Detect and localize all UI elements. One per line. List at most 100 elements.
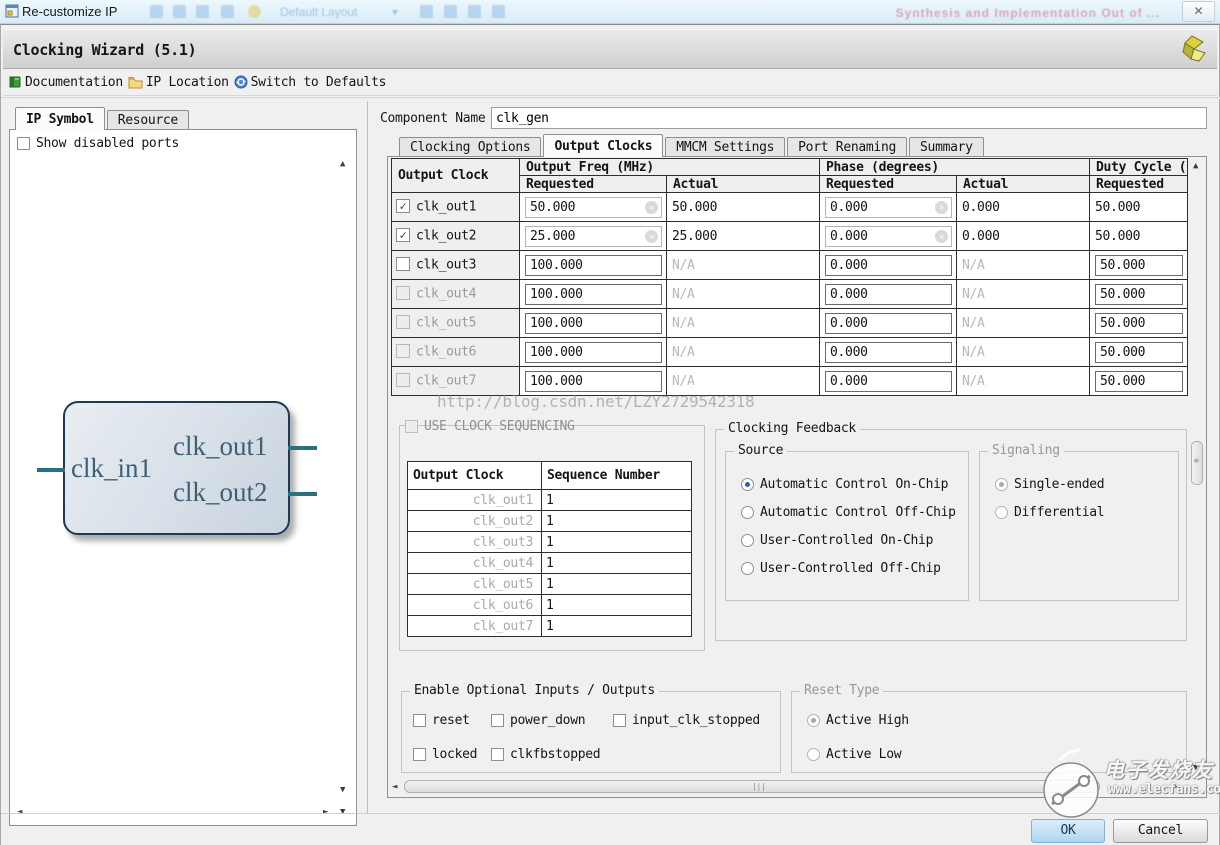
scroll-left-icon[interactable]: ◄ [17,807,22,817]
duty-requested-field[interactable]: 50.000 [1095,313,1183,334]
duty-requested-field[interactable]: 50.000 [1095,371,1183,392]
phase-requested-field[interactable]: 0.000 [825,342,952,363]
sequence-row: clk_out51 [408,574,692,595]
radio-automatic-control-on-chip[interactable]: Automatic Control On-Chip [741,477,948,492]
duty-requested-field[interactable]: 50.000 [1095,342,1183,363]
scroll-left-icon[interactable]: ◄ [392,782,397,792]
radio-active-high: Active High [807,713,909,728]
scroll-down-icon[interactable]: ▼ [1193,763,1198,773]
ghost-toolbar-icon [444,5,457,18]
duty-requested: 50.000 [1095,229,1140,244]
scroll-up-icon[interactable]: ▲ [340,159,345,169]
book-icon [8,75,22,89]
ok-button[interactable]: OK [1031,819,1105,843]
sequence-number-field[interactable]: 1 [542,511,692,532]
sequence-number-field[interactable]: 1 [542,595,692,616]
vertical-scroll-thumb[interactable]: ≡ [1191,441,1203,485]
clock-enable-checkbox [396,315,410,329]
locked-checkbox[interactable]: locked [413,747,477,762]
radio-user-controlled-off-chip[interactable]: User-Controlled Off-Chip [741,561,941,576]
power-down-checkbox[interactable]: power_down [491,713,585,728]
clear-icon[interactable]: ✕ [645,230,658,243]
sequence-number-field[interactable]: 1 [542,574,692,595]
close-button[interactable]: ✕ [1182,1,1215,22]
clock-name: clk_out2 [416,229,476,244]
table-row: clk_out4 100.000 N/A 0.000 N/A 50.000 [392,280,1188,309]
clock-name: clk_out7 [416,374,476,389]
col-sequence-number: Sequence Number [542,462,692,490]
tab-ip-symbol[interactable]: IP Symbol [15,107,105,130]
clock-enable-checkbox[interactable]: ✓ [396,228,410,242]
phase-requested-field[interactable]: 0.000✕ [825,197,952,218]
tab-summary[interactable]: Summary [909,137,984,157]
tab-clocking-options[interactable]: Clocking Options [399,137,541,157]
freq-requested-field[interactable]: 100.000 [525,342,662,363]
clear-icon[interactable]: ✕ [935,201,948,214]
phase-requested-field[interactable]: 0.000 [825,255,952,276]
source-title: Source [734,443,787,458]
sequence-number-field[interactable]: 1 [542,532,692,553]
sequence-number-field[interactable]: 1 [542,616,692,637]
clock-name: clk_out3 [416,258,476,273]
checkbox-icon [405,420,418,433]
component-name-input[interactable] [491,107,1207,129]
sequence-number-field[interactable]: 1 [542,490,692,511]
use-clock-sequencing-checkbox[interactable]: USE CLOCK SEQUENCING [405,419,575,434]
tab-output-clocks[interactable]: Output Clocks [543,134,663,157]
divider [1,97,1220,99]
scroll-up-icon[interactable]: ▲ [1193,161,1198,171]
freq-requested-field[interactable]: 50.000✕ [525,197,662,218]
clock-enable-checkbox[interactable]: ✓ [396,199,410,213]
tab-resource[interactable]: Resource [107,110,189,130]
scroll-down-icon[interactable]: ▼ [340,785,345,795]
sequence-number-field[interactable]: 1 [542,553,692,574]
documentation-button[interactable]: Documentation [8,75,123,90]
clear-icon[interactable]: ✕ [935,230,948,243]
switch-to-defaults-label: Switch to Defaults [251,75,386,90]
tab-mmcm-settings[interactable]: MMCM Settings [665,137,785,157]
radio-automatic-control-off-chip[interactable]: Automatic Control Off-Chip [741,505,956,520]
checkbox-icon [491,714,504,727]
freq-requested-field[interactable]: 100.000 [525,284,662,305]
duty-requested-field[interactable]: 50.000 [1095,284,1183,305]
horizontal-scroll-thumb[interactable]: ||| [404,780,1100,793]
freq-requested-field[interactable]: 100.000 [525,255,662,276]
phase-requested-field[interactable]: 0.000 [825,284,952,305]
cancel-button[interactable]: Cancel [1113,819,1208,843]
radio-icon [741,562,754,575]
ghost-toolbar-icon [173,5,186,18]
clock-enable-checkbox [396,373,410,387]
show-disabled-ports-checkbox[interactable]: Show disabled ports [17,136,179,151]
checkbox-icon [491,748,504,761]
scroll-right-icon[interactable]: ► [323,807,328,817]
reset-type-title: Reset Type [800,683,883,698]
switch-to-defaults-button[interactable]: Switch to Defaults [234,75,386,90]
checkbox-icon [17,137,30,150]
phase-requested-field[interactable]: 0.000 [825,371,952,392]
freq-requested-field[interactable]: 100.000 [525,371,662,392]
clk-out1-pin [288,446,317,450]
grip-icon: ≡ [1194,456,1199,465]
radio-user-controlled-on-chip[interactable]: User-Controlled On-Chip [741,533,933,548]
phase-requested-field[interactable]: 0.000✕ [825,226,952,247]
freq-requested-field[interactable]: 25.000✕ [525,226,662,247]
wizard-toolbar: Documentation IP Location Switch to Defa… [3,69,1217,96]
scroll-down-icon[interactable]: ▼ [340,807,345,817]
radio-differential: Differential [995,505,1104,520]
use-clock-sequencing-label: USE CLOCK SEQUENCING [424,419,575,434]
clkfbstopped-checkbox[interactable]: clkfbstopped [491,747,600,762]
clear-icon[interactable]: ✕ [645,201,658,214]
clock-enable-checkbox [396,344,410,358]
radio-icon [741,534,754,547]
ip-location-button[interactable]: IP Location [128,75,229,90]
phase-requested-field[interactable]: 0.000 [825,313,952,334]
reset-checkbox[interactable]: reset [413,713,470,728]
radio-icon [807,714,820,727]
scroll-right-icon[interactable]: ► [1173,782,1178,792]
input-clk-stopped-checkbox[interactable]: input_clk_stopped [613,713,760,728]
duty-requested-field[interactable]: 50.000 [1095,255,1183,276]
panel-sash[interactable] [367,101,368,813]
clock-enable-checkbox[interactable] [396,257,410,271]
tab-port-renaming[interactable]: Port Renaming [787,137,907,157]
freq-requested-field[interactable]: 100.000 [525,313,662,334]
